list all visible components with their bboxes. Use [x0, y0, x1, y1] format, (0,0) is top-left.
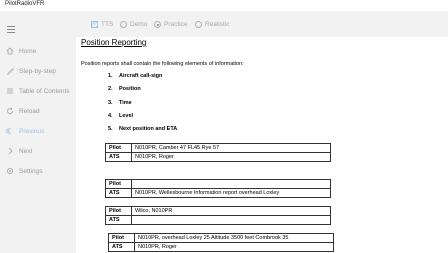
sidebar-item-step-by-step[interactable]: Step-by-step	[0, 63, 76, 79]
list-item: 3. Time	[108, 99, 132, 106]
mode-radio-practice[interactable]: Practice	[154, 21, 187, 28]
radio-selected-icon	[154, 21, 161, 28]
table-row: ATS N010PR, Roger	[105, 152, 331, 162]
dialog-table: Pilot ATS N010PR, Wellesbourne Informatio…	[105, 179, 331, 198]
steps-icon	[6, 67, 14, 75]
next-icon	[6, 147, 14, 155]
mode-label: Practice	[164, 21, 188, 28]
table-row: Pilot N010PR, overhead Loxley 25 Altitude…	[108, 233, 334, 243]
mode-radio-realistic[interactable]: Realistic	[195, 21, 230, 28]
dialog-table: Pilot N010PR, Camber 47 FL45 Rye 57 ATS N0…	[105, 143, 331, 162]
dialog-table: Pilot Wilco, N010PR ATS	[105, 206, 331, 225]
mode-label: Realistic	[205, 21, 230, 28]
sidebar-item-home[interactable]: Home	[0, 43, 76, 59]
previous-icon	[6, 127, 14, 135]
sidebar-item-label: Home	[19, 47, 37, 55]
lesson-content: Position Reporting Position reports shal…	[76, 37, 448, 253]
table-row: Pilot	[105, 179, 331, 189]
sidebar-item-label: Next	[19, 147, 33, 155]
steps-list: 1. Aircraft call-sign 2. Position 3. Time 4…	[108, 73, 177, 139]
list-item: 5. Next position and ETA	[108, 126, 178, 133]
sidebar-item-label: Step-by-step	[19, 67, 56, 75]
title-bar: PilotRadioVFR	[0, 0, 448, 11]
intro-text: Position reports shall contain the follo…	[81, 61, 244, 67]
list-item: 4. Level	[108, 112, 134, 119]
sidebar-item-label: Table of Contents	[19, 87, 70, 95]
tts-label: TTS	[101, 21, 114, 28]
sidebar-item-previous[interactable]: Previous	[0, 123, 76, 139]
table-row: ATS	[105, 215, 331, 225]
checkbox-checked-icon	[91, 21, 98, 28]
list-item: 2. Position	[108, 86, 141, 93]
mode-label: Demo	[130, 21, 148, 28]
gear-icon	[6, 167, 14, 175]
table-row: ATS N010PR, Wellesbourne Information repo…	[105, 188, 331, 198]
table-row: Pilot Wilco, N010PR	[105, 206, 331, 216]
sidebar-item-table-of-contents[interactable]: Table of Contents	[0, 83, 76, 99]
window-title: PilotRadioVFR	[5, 1, 45, 7]
hamburger-menu-icon[interactable]	[7, 26, 15, 33]
sidebar-item-reload[interactable]: Reload	[0, 103, 76, 119]
home-icon	[6, 47, 14, 55]
tts-checkbox[interactable]: TTS	[91, 21, 113, 28]
sidebar-item-settings[interactable]: Settings	[0, 163, 76, 179]
radio-icon	[195, 21, 202, 28]
page-title: Position Reporting	[81, 38, 147, 47]
reload-icon	[6, 107, 14, 115]
sidebar: Home Step-by-step Table of Contents Relo…	[0, 11, 76, 253]
sidebar-item-next[interactable]: Next	[0, 143, 76, 159]
table-row: Pilot N010PR, Camber 47 FL45 Rye 57	[105, 143, 331, 153]
mode-radio-demo[interactable]: Demo	[120, 21, 147, 28]
radio-icon	[120, 21, 127, 28]
sidebar-item-label: Reload	[19, 107, 40, 115]
mode-toolbar: TTS Demo Practice Realistic	[76, 11, 448, 37]
table-row: ATS N010PR, Roger	[108, 242, 334, 252]
list-item: 1. Aircraft call-sign	[108, 73, 163, 79]
sidebar-item-label: Previous	[19, 127, 45, 135]
sidebar-item-label: Settings	[19, 167, 43, 175]
list-icon	[6, 87, 14, 95]
dialog-table: Pilot N010PR, overhead Loxley 25 Altitude…	[108, 233, 334, 252]
